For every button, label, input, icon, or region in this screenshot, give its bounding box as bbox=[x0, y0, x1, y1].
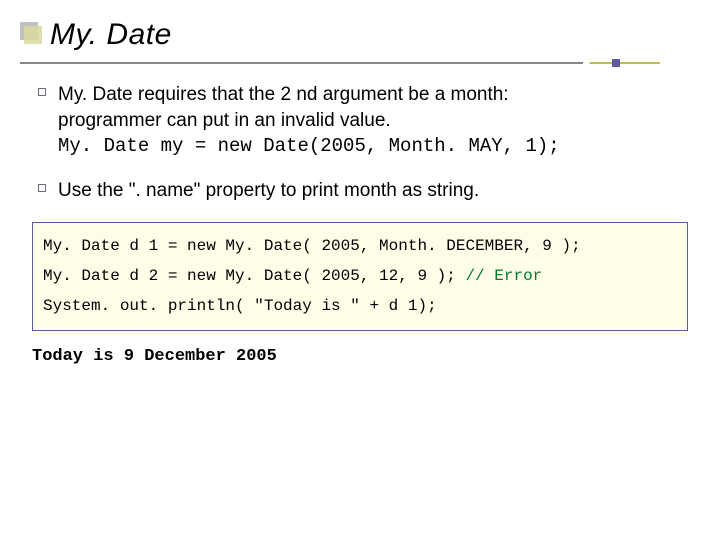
content-area: My. Date requires that the 2 nd argument… bbox=[0, 64, 720, 204]
code-box: My. Date d 1 = new My. Date( 2005, Month… bbox=[32, 222, 688, 331]
title-accent-icon bbox=[20, 22, 38, 40]
output-line: Today is 9 December 2005 bbox=[32, 347, 688, 366]
title-block: My. Date bbox=[0, 0, 720, 58]
code-comment: // Error bbox=[465, 267, 542, 285]
title-underline bbox=[20, 62, 660, 64]
slide: My. Date My. Date requires that the 2 nd… bbox=[0, 0, 720, 540]
code-line: My. Date d 1 = new My. Date( 2005, Month… bbox=[43, 237, 581, 255]
code-line: My. Date d 2 = new My. Date( 2005, 12, 9… bbox=[43, 267, 465, 285]
bullet-item: My. Date requires that the 2 nd argument… bbox=[58, 82, 688, 160]
bullet-item: Use the ". name" property to print month… bbox=[58, 178, 688, 204]
bullet-text-line: programmer can put in an invalid value. bbox=[58, 110, 391, 131]
square-bullet-icon bbox=[38, 88, 46, 96]
square-bullet-icon bbox=[38, 184, 46, 192]
code-line: System. out. println( "Today is " + d 1)… bbox=[43, 297, 437, 315]
bullet-text-line: My. Date requires that the 2 nd argument… bbox=[58, 84, 509, 105]
inline-code: My. Date my = new Date(2005, Month. MAY,… bbox=[58, 135, 560, 157]
bullet-text-line: Use the ". name" property to print month… bbox=[58, 180, 479, 201]
slide-title: My. Date bbox=[50, 18, 720, 52]
